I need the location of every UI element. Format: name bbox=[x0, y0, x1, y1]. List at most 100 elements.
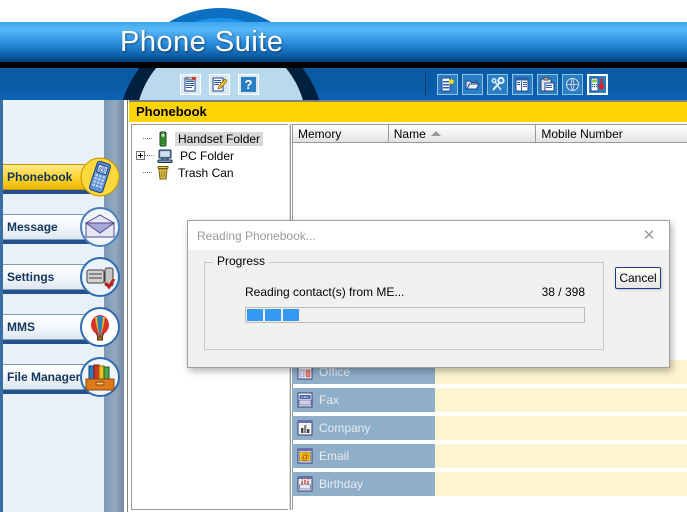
tree-item-label: PC Folder bbox=[180, 148, 235, 163]
field-row-company[interactable]: Company bbox=[292, 416, 687, 440]
hot-air-balloon-icon bbox=[79, 306, 121, 348]
progress-group-legend: Progress bbox=[213, 254, 270, 268]
svg-text:?: ? bbox=[245, 77, 253, 92]
svg-text:FAX: FAX bbox=[301, 394, 309, 399]
sidebar-item-settings[interactable]: Settings bbox=[3, 257, 127, 297]
field-value-cell[interactable] bbox=[435, 388, 687, 412]
help-button[interactable]: ? bbox=[238, 73, 259, 95]
tools-button[interactable] bbox=[487, 73, 508, 95]
column-headers: Memory Name Mobile Number bbox=[293, 125, 687, 143]
tree-item-pc-folder[interactable]: PC Folder bbox=[132, 147, 288, 164]
progress-status-text: Reading contact(s) from ME... bbox=[245, 285, 405, 299]
clipboard-paste-icon bbox=[540, 76, 555, 92]
sidebar-item-label: File Manager bbox=[7, 370, 81, 384]
toolbar-divider bbox=[425, 72, 426, 96]
column-header-label: Name bbox=[393, 126, 426, 141]
sidebar-item-mms[interactable]: MMS bbox=[3, 307, 127, 347]
field-label-cell: FAX Fax bbox=[292, 388, 435, 412]
gear-machine-icon bbox=[79, 256, 121, 298]
computer-icon bbox=[157, 148, 173, 164]
copy-table-button[interactable] bbox=[512, 73, 533, 95]
column-header-label: Memory bbox=[298, 126, 342, 141]
toolbar: ? bbox=[0, 68, 687, 100]
column-header-memory[interactable]: Memory bbox=[293, 125, 389, 143]
cancel-button[interactable]: Cancel bbox=[615, 267, 661, 289]
sidebar-item-label: Phonebook bbox=[7, 170, 73, 184]
tree-line bbox=[145, 147, 157, 164]
new-contact-button[interactable] bbox=[180, 73, 201, 95]
field-label-text: Fax bbox=[319, 393, 340, 407]
svg-text:@: @ bbox=[301, 453, 309, 462]
connect-button[interactable] bbox=[562, 73, 583, 95]
column-header-label: Mobile Number bbox=[541, 126, 623, 141]
tree-line bbox=[143, 130, 155, 147]
field-value-cell[interactable] bbox=[435, 472, 687, 496]
tree-line bbox=[143, 164, 155, 181]
sidebar-item-file-manager[interactable]: File Manager bbox=[3, 357, 127, 397]
field-label-text: Email bbox=[319, 449, 350, 463]
progress-count-text: 38 / 398 bbox=[541, 285, 585, 299]
trash-can-icon bbox=[155, 165, 171, 181]
field-label-text: Company bbox=[319, 421, 371, 435]
tools-icon bbox=[490, 76, 505, 92]
tree-item-label: Trash Can bbox=[178, 165, 234, 180]
tree-expander-plus-icon[interactable] bbox=[136, 151, 145, 160]
field-row-birthday[interactable]: Birthday bbox=[292, 472, 687, 496]
progress-block bbox=[247, 309, 263, 321]
field-label-cell: Company bbox=[292, 416, 435, 440]
sidebar-item-label: MMS bbox=[7, 320, 35, 334]
tree-item-label: Handset Folder bbox=[175, 131, 264, 146]
reading-phonebook-dialog: Reading Phonebook... ✕ Progress Reading … bbox=[187, 220, 670, 368]
fax-machine-icon: FAX bbox=[297, 392, 313, 408]
close-icon[interactable]: ✕ bbox=[629, 221, 669, 249]
tree-item-handset-folder[interactable]: Handset Folder bbox=[132, 130, 288, 147]
progress-groupbox: Progress Reading contact(s) from ME... 3… bbox=[204, 254, 604, 350]
email-at-icon: @ bbox=[297, 448, 313, 464]
app-title: Phone Suite bbox=[120, 26, 284, 58]
open-folder-button[interactable] bbox=[462, 73, 483, 95]
field-label-text: Birthday bbox=[319, 477, 364, 491]
progress-block bbox=[283, 309, 299, 321]
envelope-icon bbox=[79, 206, 121, 248]
sidebar-right-edge bbox=[124, 100, 128, 512]
clipboard-paste-button[interactable] bbox=[537, 73, 558, 95]
sidebar-item-label: Message bbox=[7, 220, 58, 234]
page-title: Phonebook bbox=[129, 100, 687, 122]
sidebar-item-phonebook[interactable]: Phonebook @ bbox=[3, 157, 127, 197]
new-document-icon bbox=[183, 76, 198, 92]
sidebar-item-label: Settings bbox=[7, 270, 55, 284]
phone-suite-window: Phone Suite ? Phonebook @ Message Settin… bbox=[0, 0, 687, 512]
column-header-name[interactable]: Name bbox=[388, 125, 537, 143]
edit-document-icon bbox=[212, 77, 227, 92]
company-chart-icon bbox=[297, 420, 313, 436]
dialog-title: Reading Phonebook... bbox=[197, 229, 316, 243]
birthday-cake-icon bbox=[297, 476, 313, 492]
table-copy-icon bbox=[515, 77, 530, 92]
column-header-mobile-number[interactable]: Mobile Number bbox=[536, 125, 687, 143]
help-question-icon: ? bbox=[241, 76, 256, 92]
field-label-cell: @ Email bbox=[292, 444, 435, 468]
tree-item-trash-can[interactable]: Trash Can bbox=[132, 164, 288, 181]
progress-bar bbox=[245, 307, 585, 323]
mobile-phone-at-icon: @ bbox=[79, 156, 121, 198]
progress-block bbox=[265, 309, 281, 321]
new-file-button[interactable] bbox=[437, 73, 458, 95]
field-row-email[interactable]: @ Email bbox=[292, 444, 687, 468]
download-from-phone-button[interactable] bbox=[587, 73, 608, 95]
field-row-fax[interactable]: FAX Fax bbox=[292, 388, 687, 412]
toolbar-group-left: ? bbox=[180, 68, 259, 100]
dialog-titlebar[interactable]: Reading Phonebook... ✕ bbox=[188, 221, 669, 251]
banner-gradient-bar bbox=[0, 22, 687, 62]
field-value-cell[interactable] bbox=[435, 416, 687, 440]
mobile-phone-icon bbox=[155, 130, 171, 147]
sidebar-item-message[interactable]: Message bbox=[3, 207, 127, 247]
open-folder-icon bbox=[465, 77, 480, 92]
toolbar-group-right bbox=[437, 68, 608, 100]
app-banner: Phone Suite bbox=[0, 0, 687, 68]
sort-ascending-icon bbox=[430, 131, 441, 136]
field-value-cell[interactable] bbox=[435, 444, 687, 468]
globe-connect-icon bbox=[565, 77, 580, 92]
new-file-star-icon bbox=[440, 77, 455, 92]
field-label-cell: Birthday bbox=[292, 472, 435, 496]
edit-contact-button[interactable] bbox=[209, 73, 230, 95]
